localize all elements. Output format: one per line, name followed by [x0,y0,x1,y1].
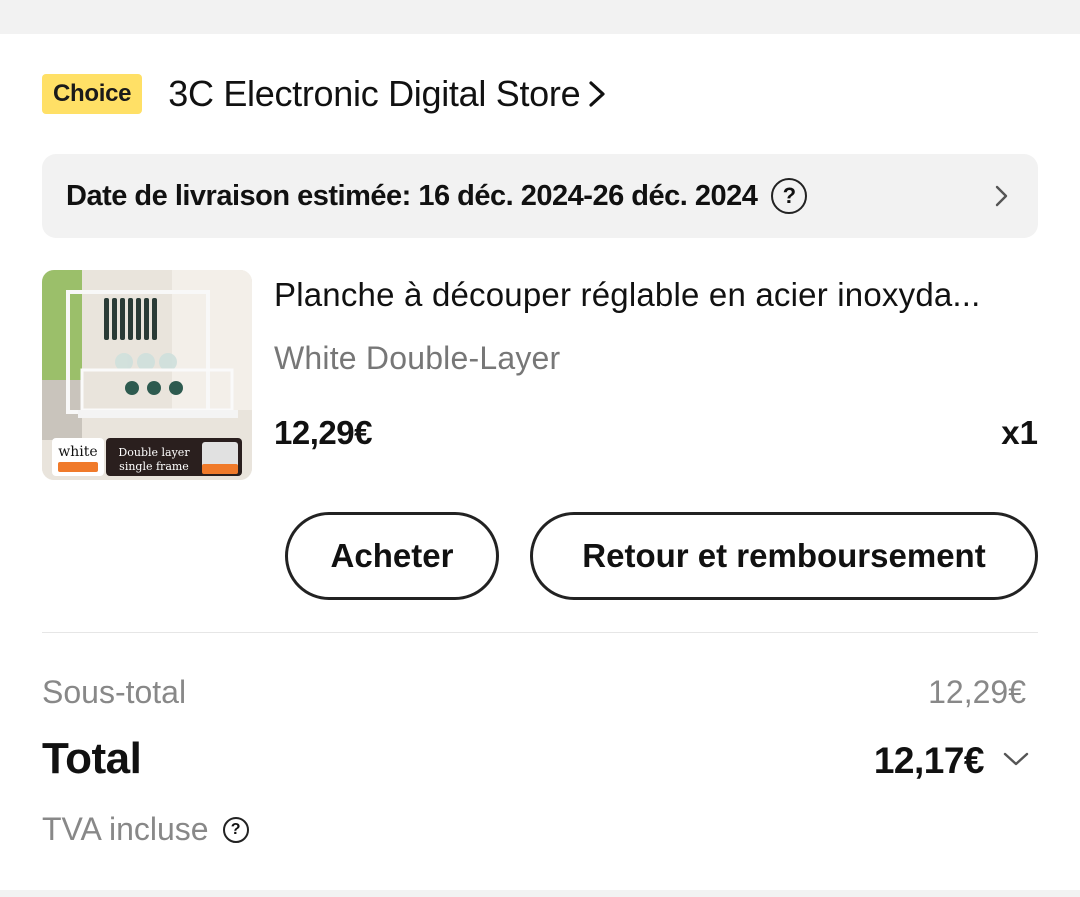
delivery-estimate-text: Date de livraison estimée: 16 déc. 2024-… [66,179,758,212]
store-header[interactable]: Choice 3C Electronic Digital Store [42,72,608,116]
divider [42,632,1038,633]
buy-button[interactable]: Acheter [285,512,499,600]
order-card: Choice 3C Electronic Digital Store Date … [0,34,1080,890]
svg-text:Double layer: Double layer [118,446,190,459]
chevron-right-icon[interactable] [586,77,608,111]
tax-label: TVA incluse [42,811,209,847]
product-price: 12,29€ [274,414,372,451]
product-variant: White Double-Layer [274,340,561,376]
subtotal-label: Sous-total [42,674,187,710]
question-circle-icon[interactable]: ? [771,178,808,214]
total-value[interactable]: 12,17€ [874,740,985,782]
image-label-white: white [58,444,97,460]
top-strip [0,0,1080,34]
store-name[interactable]: 3C Electronic Digital Store [168,73,580,115]
choice-badge: Choice [42,74,143,114]
product-quantity: x1 [1001,414,1038,451]
return-refund-button[interactable]: Retour et remboursement [530,512,1038,600]
product-thumbnail[interactable]: white Double layer single frame [42,270,252,480]
subtotal-value: 12,29€ [928,674,1026,710]
product-title[interactable]: Planche à découper réglable en acier ino… [274,276,1038,314]
bottom-strip [0,890,1080,897]
question-circle-icon[interactable]: ? [222,816,249,843]
chevron-down-icon[interactable] [1002,750,1030,768]
delivery-estimate-bar[interactable]: Date de livraison estimée: 16 déc. 2024-… [42,154,1038,238]
svg-text:single frame: single frame [119,460,189,473]
chevron-right-icon[interactable] [994,182,1010,210]
total-label: Total [42,734,142,783]
tax-info-row: TVA incluse ? [42,811,249,848]
